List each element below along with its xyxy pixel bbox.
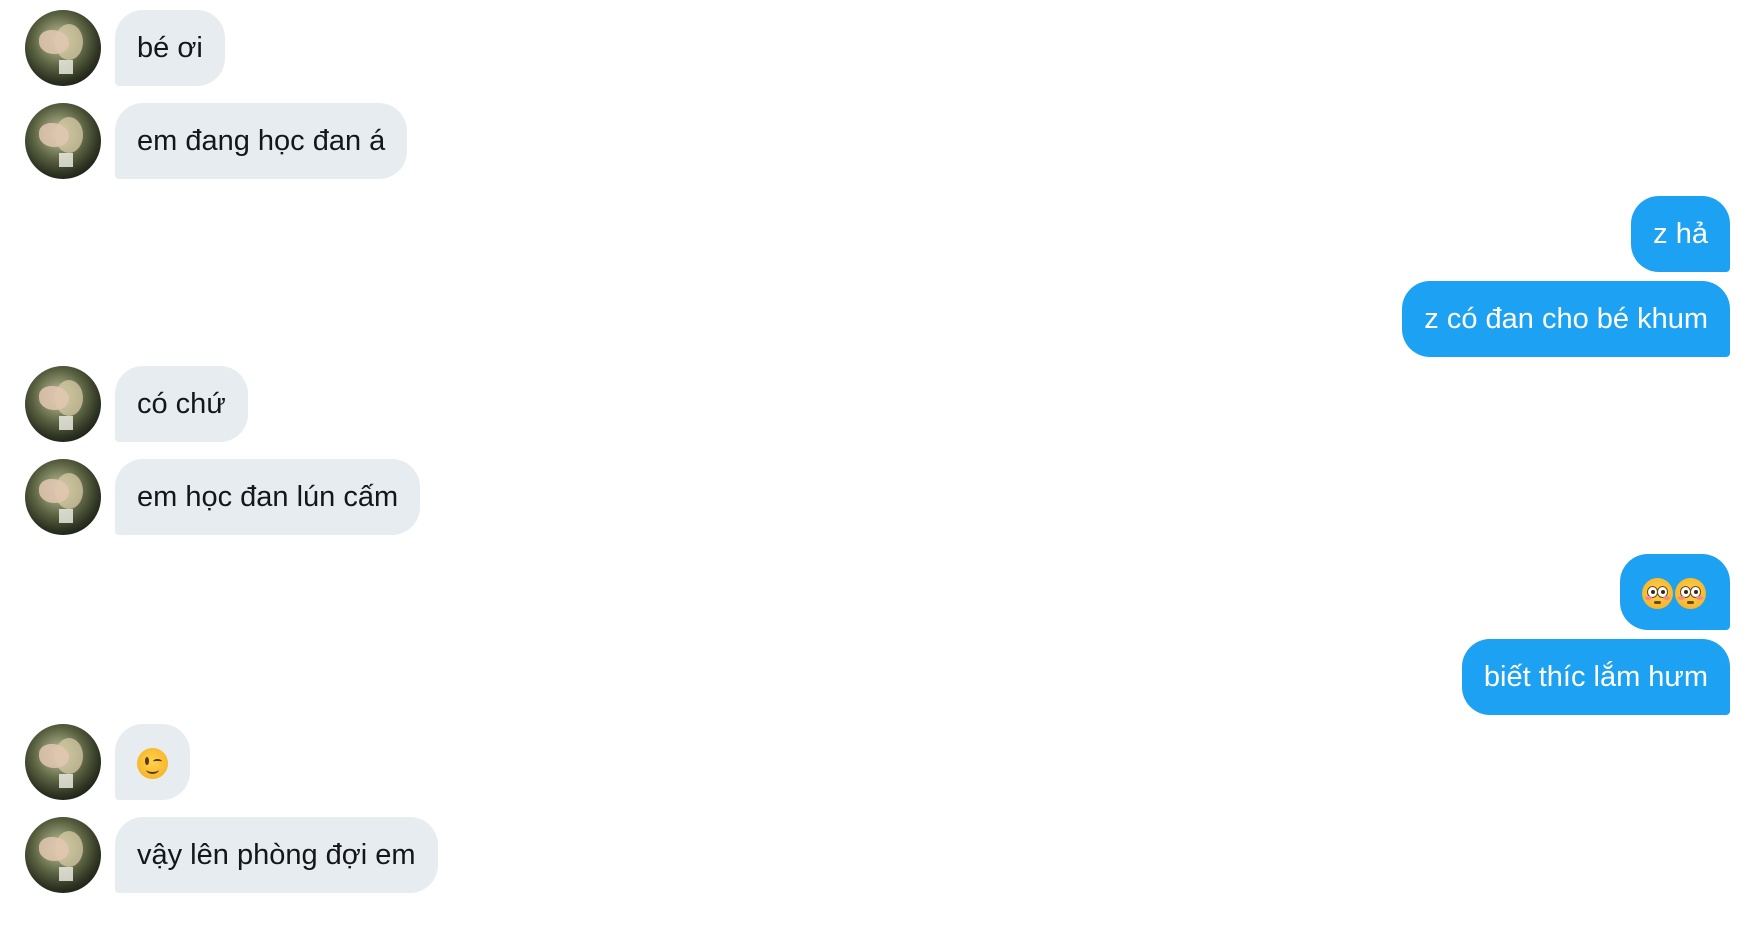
avatar-shirt-shape	[59, 509, 73, 523]
winking-face-emoji-icon	[137, 747, 168, 779]
avatar-hand-shape	[39, 479, 69, 503]
avatar-shirt-shape	[59, 774, 73, 788]
message-row: 😉	[0, 724, 1752, 800]
avatar-shirt-shape	[59, 60, 73, 74]
avatar-hand-shape	[39, 30, 69, 54]
sender-avatar[interactable]	[25, 724, 101, 800]
incoming-message-bubble[interactable]: bé ơi	[115, 10, 225, 86]
message-row: em đang học đan á	[0, 103, 1752, 179]
message-row: bé ơi	[0, 10, 1752, 86]
sender-avatar[interactable]	[25, 459, 101, 535]
message-text: bé ơi	[137, 32, 203, 64]
sender-avatar[interactable]	[25, 103, 101, 179]
message-row: z hả	[0, 196, 1752, 272]
incoming-message-bubble[interactable]: em đang học đan á	[115, 103, 408, 179]
message-row: có chứ	[0, 366, 1752, 442]
message-text: vậy lên phòng đợi em	[137, 839, 416, 871]
message-text: có chứ	[137, 388, 226, 420]
avatar-shirt-shape	[59, 153, 73, 167]
message-text: em đang học đan á	[137, 125, 386, 157]
message-text: biết thíc lắm hưm	[1483, 661, 1708, 693]
outgoing-message-bubble[interactable]: z hả	[1631, 196, 1730, 272]
message-row: biết thíc lắm hưm	[0, 639, 1752, 715]
message-text: em học đan lún cấm	[137, 481, 399, 513]
incoming-message-bubble[interactable]: 😉	[115, 724, 190, 800]
flushed-face-emoji-icon	[1675, 577, 1706, 609]
outgoing-message-bubble[interactable]: z có đan cho bé khum	[1402, 281, 1730, 357]
message-text: z có đan cho bé khum	[1424, 303, 1708, 335]
message-row: 😳😳	[0, 554, 1752, 630]
message-text: z hả	[1653, 218, 1708, 250]
avatar-hand-shape	[39, 386, 69, 410]
incoming-message-bubble[interactable]: có chứ	[115, 366, 248, 442]
sender-avatar[interactable]	[25, 10, 101, 86]
flushed-face-emoji-icon	[1642, 577, 1673, 609]
message-row: vậy lên phòng đợi em	[0, 817, 1752, 893]
avatar-hand-shape	[39, 744, 69, 768]
sender-avatar[interactable]	[25, 366, 101, 442]
outgoing-message-bubble[interactable]: 😳😳	[1620, 554, 1730, 630]
avatar-hand-shape	[39, 837, 69, 861]
sender-avatar[interactable]	[25, 817, 101, 893]
outgoing-message-bubble[interactable]: biết thíc lắm hưm	[1461, 639, 1730, 715]
message-row: z có đan cho bé khum	[0, 281, 1752, 357]
message-row: em học đan lún cấm	[0, 459, 1752, 535]
incoming-message-bubble[interactable]: vậy lên phòng đợi em	[115, 817, 438, 893]
avatar-shirt-shape	[59, 416, 73, 430]
avatar-hand-shape	[39, 123, 69, 147]
chat-thread: bé ơi em đang học đan á z hả z có đan ch…	[0, 0, 1752, 926]
incoming-message-bubble[interactable]: em học đan lún cấm	[115, 459, 421, 535]
avatar-shirt-shape	[59, 867, 73, 881]
